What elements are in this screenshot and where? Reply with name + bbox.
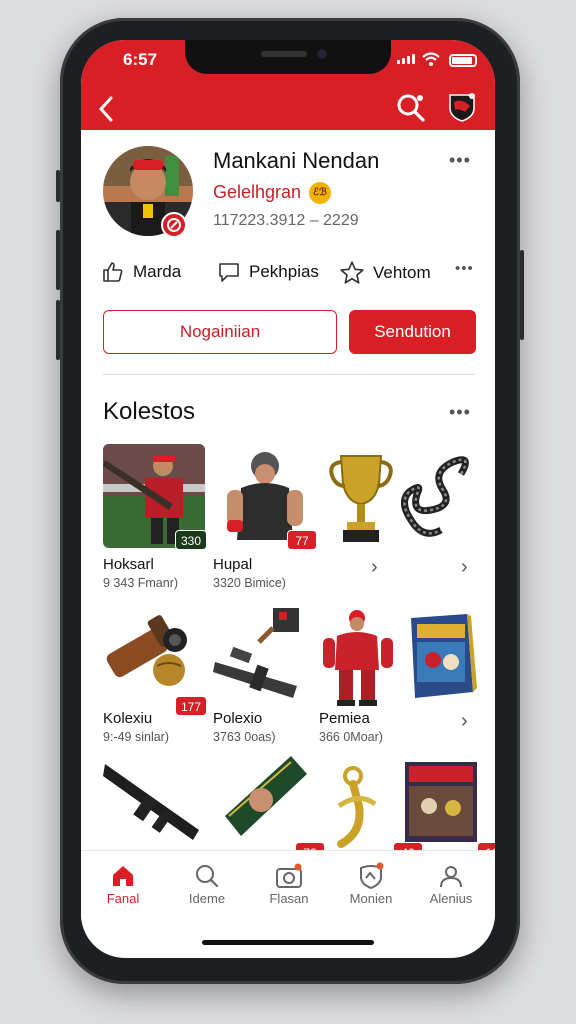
item-subtitle: 9:-49 sinlar) (103, 730, 169, 744)
profile-more-icon[interactable]: ••• (449, 150, 471, 171)
tab-profile[interactable]: Alenius (411, 861, 491, 906)
secondary-button[interactable]: Nogainiian (103, 310, 337, 354)
like-action[interactable]: Marda (101, 260, 181, 284)
medal-icon (360, 862, 384, 890)
collection-item[interactable]: 177 (103, 610, 207, 716)
item-title: Kolexiu (103, 710, 153, 727)
avatar-status-badge (161, 212, 187, 238)
back-chevron-icon[interactable] (95, 94, 119, 124)
status-time: 6:57 (123, 50, 158, 69)
favorite-label: Vehtom (373, 263, 431, 282)
favorite-action[interactable]: Vehtom (339, 260, 431, 286)
item-title: Hoksarl (103, 556, 154, 573)
collection-item[interactable] (213, 606, 315, 710)
tab-medal[interactable]: Monien (331, 861, 411, 906)
power-button (520, 250, 524, 340)
item-thumbnail (319, 606, 421, 710)
tab-profile-label: Alenius (429, 891, 473, 906)
tab-medal-label: Monien (349, 891, 393, 906)
user-icon (440, 866, 462, 888)
bottom-tab-bar: Fanal Ideme Flasan Monien Alenius (81, 850, 495, 920)
top-navbar (81, 86, 495, 130)
comment-label: Pekhpias (249, 262, 319, 281)
action-row: Marda Pekhpias Vehtom ••• (81, 260, 495, 300)
chevron-right-icon[interactable]: › (371, 556, 378, 579)
item-count-badge: 177 (174, 696, 207, 716)
chevron-right-icon[interactable]: › (461, 556, 468, 579)
team-crest-icon[interactable] (447, 92, 477, 122)
search-icon (196, 865, 219, 888)
collection-item[interactable] (407, 614, 495, 718)
item-thumbnail (103, 756, 205, 860)
mute-switch (56, 170, 60, 202)
collection-item[interactable]: 18 (403, 756, 495, 862)
collection-item[interactable]: 77 (213, 444, 317, 550)
collection-item[interactable]: 330 (103, 444, 207, 550)
notch (185, 40, 391, 74)
primary-button[interactable]: Sendution (349, 310, 476, 354)
item-count-badge: 77 (287, 530, 317, 550)
actions-more-icon[interactable]: ••• (455, 260, 474, 277)
item-title: Polexio (213, 710, 263, 727)
item-title: Pemiea (319, 710, 370, 727)
comment-icon (219, 263, 239, 282)
item-thumbnail (407, 614, 495, 718)
divider (103, 374, 475, 375)
volume-up-button (56, 230, 60, 290)
item-count-badge: 330 (174, 530, 207, 550)
thumbs-up-icon (103, 262, 123, 282)
cellular-signal-icon (397, 54, 415, 64)
camera-icon (276, 863, 302, 888)
collection-item[interactable] (103, 756, 205, 860)
section-more-icon[interactable]: ••• (449, 402, 471, 423)
profile-subtitle: Gelelhgran (213, 182, 302, 202)
collection-item[interactable] (319, 606, 421, 710)
battery-icon (449, 54, 477, 67)
home-icon (113, 866, 133, 886)
section-title: Kolestos (103, 398, 196, 425)
star-icon (340, 261, 364, 284)
chevron-right-icon[interactable]: › (461, 710, 468, 733)
item-subtitle: 9 343 Fmanr) (103, 576, 179, 590)
collection-item[interactable]: 72 (221, 756, 325, 862)
collection-item[interactable] (401, 444, 495, 548)
tab-search-label: Ideme (188, 891, 226, 906)
tab-home-label: Fanal (106, 891, 140, 906)
like-label: Marda (133, 262, 182, 281)
profile-name: Mankani Nendan (213, 148, 380, 173)
comment-action[interactable]: Pekhpias (217, 260, 319, 284)
search-icon[interactable] (395, 92, 427, 124)
item-subtitle: 3320 Bimice) (213, 576, 286, 590)
home-indicator (202, 940, 374, 945)
item-thumbnail (401, 444, 495, 548)
status-bar: 6:57 (81, 40, 495, 86)
tab-search[interactable]: Ideme (167, 861, 247, 906)
volume-down-button (56, 300, 60, 360)
item-subtitle: 366 0Moar) (319, 730, 383, 744)
item-thumbnail (213, 606, 315, 710)
wifi-icon (422, 52, 440, 66)
item-subtitle: 3763 0oas) (213, 730, 276, 744)
tab-camera-label: Flasan (269, 891, 309, 906)
profile-number: 117223.3912 – 2229 (213, 212, 359, 229)
tab-home[interactable]: Fanal (83, 861, 163, 906)
tab-camera[interactable]: Flasan (249, 861, 329, 906)
item-title: Hupal (213, 556, 253, 573)
subtitle-badge-icon: ℰℬ (309, 182, 331, 204)
screen: 6:57 Mankani Nendan Gelelhgran ℰℬ 117223… (81, 40, 495, 958)
